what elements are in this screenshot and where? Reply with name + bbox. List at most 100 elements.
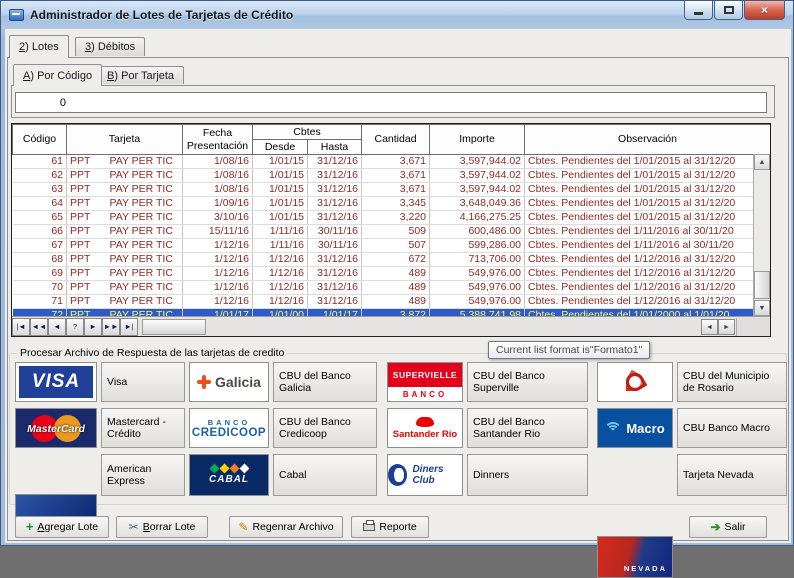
tab-por-tarjeta[interactable]: B) Por Tarjeta (97, 66, 184, 84)
nav-prior-page-button[interactable]: ◄◄ (30, 318, 48, 336)
cell-observacion: Cbtes. Pendientes del 1/01/2015 al 31/12… (525, 155, 771, 169)
scrollbar-corner (736, 318, 770, 336)
cell-codigo: 63 (13, 183, 67, 197)
cell-codigo: 67 (13, 239, 67, 253)
dinners-button[interactable]: Dinners (467, 454, 588, 496)
grid-row[interactable]: 65PPTPAY PER TIC3/10/161/01/1531/12/163,… (13, 211, 771, 225)
visa-button[interactable]: Visa (101, 362, 185, 402)
cell-importe: 3,597,944.02 (430, 183, 525, 197)
col-header-hasta: Hasta (308, 140, 362, 155)
cell-codigo: 64 (13, 197, 67, 211)
tab-lotes[interactable]: 2) Lotes (9, 35, 69, 58)
cell-importe: 549,976.00 (430, 281, 525, 295)
maximize-button[interactable] (714, 1, 743, 20)
scroll-right-button[interactable]: ► (718, 319, 735, 335)
nav-first-button[interactable]: |◄ (12, 318, 30, 336)
scroll-up-button[interactable]: ▲ (754, 154, 770, 170)
cell-tarjeta_nombre: PAY PER TIC (107, 155, 183, 169)
cell-desde: 1/12/16 (253, 281, 308, 295)
cell-tarjeta_nombre: PAY PER TIC (107, 253, 183, 267)
close-icon: × (761, 3, 768, 17)
grid-row[interactable]: 71PPTPAY PER TIC1/12/161/12/1631/12/1648… (13, 295, 771, 309)
cbu-municipio-rosario-button[interactable]: CBU del Municipio de Rosario (677, 362, 787, 402)
scroll-down-button[interactable]: ▼ (754, 300, 770, 316)
cell-desde: 1/12/16 (253, 267, 308, 281)
nav-last-button[interactable]: ►| (120, 318, 138, 336)
grid-row[interactable]: 63PPTPAY PER TIC1/08/161/01/1531/12/163,… (13, 183, 771, 197)
cell-tarjeta_nombre: PAY PER TIC (107, 239, 183, 253)
cell-codigo: 65 (13, 211, 67, 225)
reporte-label: Reporte (379, 521, 416, 533)
cell-cantidad: 509 (362, 225, 430, 239)
grid-row[interactable]: 70PPTPAY PER TIC1/12/161/12/1631/12/1648… (13, 281, 771, 295)
regenerar-archivo-button[interactable]: ✎ Regenrar Archivo (229, 516, 343, 538)
tab-debitos[interactable]: 3) Débitos (75, 37, 145, 56)
horizontal-scrollbar-thumb[interactable] (142, 319, 206, 335)
cell-tarjeta_sigla: PPT (67, 183, 107, 197)
window-controls: × (683, 1, 785, 20)
agregar-lote-button[interactable]: + Agregar Lote (15, 516, 109, 538)
minimize-button[interactable] (684, 1, 713, 20)
cell-hasta: 30/11/16 (308, 225, 362, 239)
printer-icon (363, 523, 375, 531)
title-bar[interactable]: Administrador de Lotes de Tarjetas de Cr… (1, 1, 793, 29)
col-header-tarjeta: Tarjeta (67, 125, 183, 155)
american-express-button[interactable]: American Express (101, 454, 185, 496)
tab-por-codigo[interactable]: A) Por Código (13, 64, 102, 86)
banco-santander-rio-logo: Santander Río (387, 408, 463, 448)
grid-row[interactable]: 68PPTPAY PER TIC1/12/161/12/1631/12/1667… (13, 253, 771, 267)
grid-row[interactable]: 61PPTPAY PER TIC1/08/161/01/1531/12/163,… (13, 155, 771, 169)
nav-prior-button[interactable]: ◄ (48, 318, 66, 336)
vertical-scrollbar[interactable]: ▲ ▼ (753, 154, 770, 316)
vertical-scrollbar-thumb[interactable] (754, 271, 770, 299)
reporte-button[interactable]: Reporte (351, 516, 429, 538)
cell-tarjeta_nombre: PAY PER TIC (107, 295, 183, 309)
cell-fecha: 3/10/16 (183, 211, 253, 225)
cell-desde: 1/01/15 (253, 155, 308, 169)
mastercard-credito-button[interactable]: Mastercard - Crédito (101, 408, 185, 448)
cbu-banco-supervielle-button[interactable]: CBU del Banco Superville (467, 362, 588, 402)
grid-row[interactable]: 62PPTPAY PER TIC1/08/161/01/1531/12/163,… (13, 169, 771, 183)
cell-desde: 1/11/16 (253, 225, 308, 239)
tarjeta-nevada-button[interactable]: Tarjeta Nevada (677, 454, 787, 496)
cbu-banco-macro-button[interactable]: CBU Banco Macro (677, 408, 787, 448)
cell-importe: 3,597,944.02 (430, 169, 525, 183)
col-header-cbtes: Cbtes (253, 125, 362, 140)
grid-row[interactable]: 67PPTPAY PER TIC1/12/161/11/1630/11/1650… (13, 239, 771, 253)
nav-next-page-button[interactable]: ►► (102, 318, 120, 336)
nav-next-button[interactable]: ► (84, 318, 102, 336)
scissors-icon: ✂ (129, 520, 139, 534)
nav-search-button[interactable]: ? (66, 318, 84, 336)
cell-importe: 599,286.00 (430, 239, 525, 253)
code-filter-input[interactable] (16, 97, 66, 109)
close-button[interactable]: × (744, 1, 785, 20)
visa-logo-text: VISA (32, 371, 80, 393)
cbu-banco-credicoop-button[interactable]: CBU del Banco Credicoop (273, 408, 377, 448)
grid-row[interactable]: 64PPTPAY PER TIC1/09/161/01/1531/12/163,… (13, 197, 771, 211)
salir-button[interactable]: ➔ Salir (689, 516, 767, 538)
list-format-tooltip: Current list format is"Formato1" (488, 341, 650, 359)
cell-observacion: Cbtes. Pendientes del 1/01/2015 al 31/12… (525, 169, 771, 183)
cabal-logo: CABAL (189, 454, 269, 496)
grid-row[interactable]: 66PPTPAY PER TIC15/11/161/11/1630/11/165… (13, 225, 771, 239)
col-header-cantidad: Cantidad (362, 125, 430, 155)
cell-cantidad: 489 (362, 267, 430, 281)
tab-por-codigo-label: A) Por Código (23, 70, 92, 82)
cell-tarjeta_sigla: PPT (67, 197, 107, 211)
macro-arcs-icon (605, 420, 621, 436)
cell-tarjeta_nombre: PAY PER TIC (107, 267, 183, 281)
cabal-button[interactable]: Cabal (273, 454, 377, 496)
cbu-banco-santander-rio-button[interactable]: CBU del Banco Santander Rio (467, 408, 588, 448)
cbu-banco-galicia-button[interactable]: CBU del Banco Galicia (273, 362, 377, 402)
cell-hasta: 30/11/16 (308, 239, 362, 253)
borrar-lote-button[interactable]: ✂ Borrar Lote (116, 516, 208, 538)
cell-desde: 1/01/15 (253, 169, 308, 183)
scroll-left-button[interactable]: ◄ (701, 319, 718, 335)
cell-tarjeta_sigla: PPT (67, 169, 107, 183)
grid-row[interactable]: 69PPTPAY PER TIC1/12/161/12/1631/12/1648… (13, 267, 771, 281)
cell-cantidad: 489 (362, 295, 430, 309)
cell-tarjeta_sigla: PPT (67, 239, 107, 253)
cell-importe: 4,166,275.25 (430, 211, 525, 225)
cell-desde: 1/11/16 (253, 239, 308, 253)
code-filter-box[interactable] (15, 92, 767, 113)
